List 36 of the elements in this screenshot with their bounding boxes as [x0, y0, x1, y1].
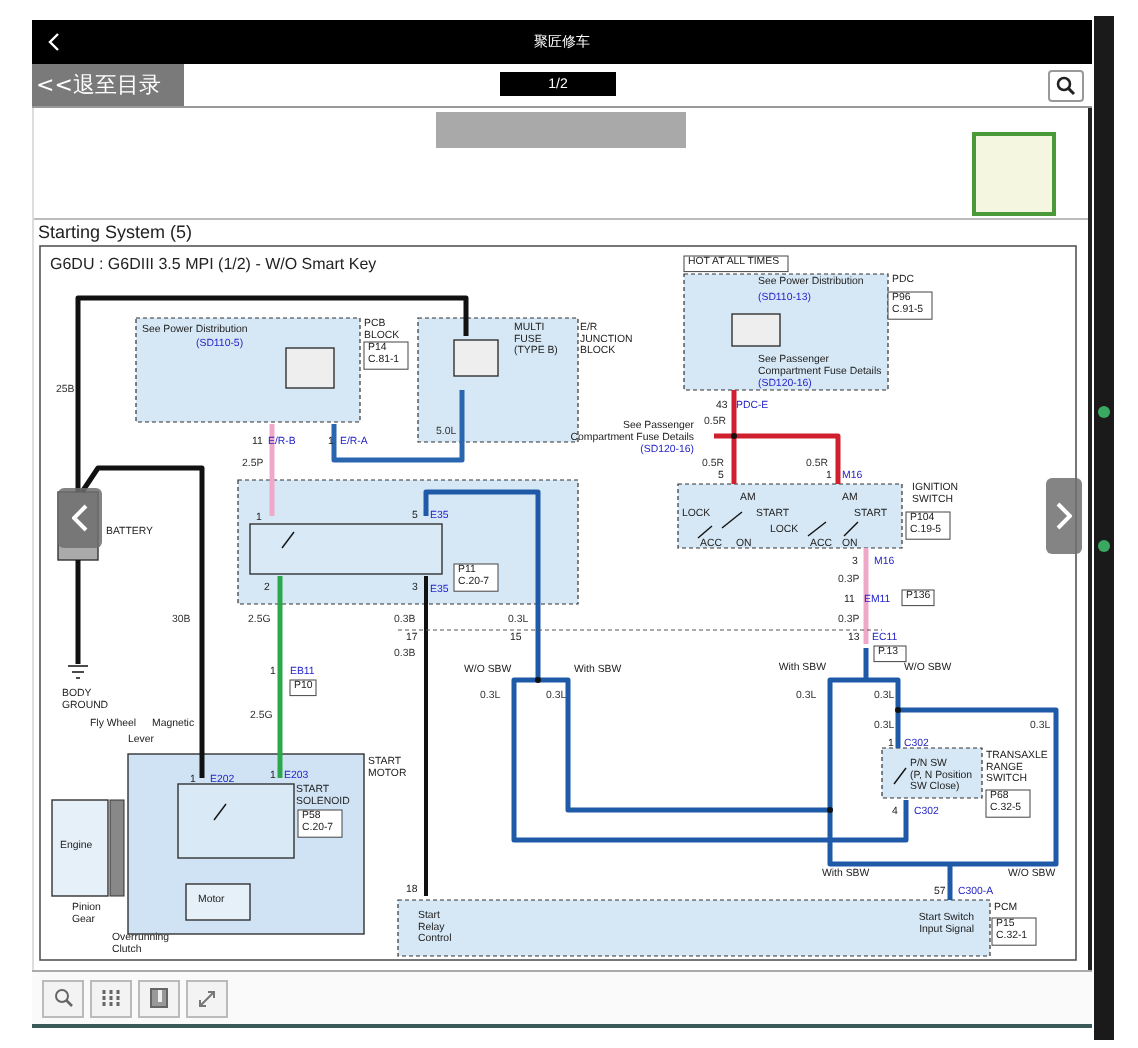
zoom-button[interactable]: [42, 979, 84, 1017]
fuse-body: [453, 339, 499, 377]
junction-dot: [731, 433, 737, 439]
junction-dot: [827, 807, 833, 813]
book-icon: [150, 988, 168, 1008]
junction-dot: [535, 677, 541, 683]
back-to-contents-button[interactable]: <<退至目录: [32, 64, 184, 106]
expand-icon: [198, 989, 216, 1007]
chevron-left-icon: [72, 504, 88, 532]
search-button[interactable]: [1048, 69, 1084, 101]
switch-contact: [213, 803, 227, 821]
switch-contact: [281, 531, 295, 549]
chevron-left-icon: [48, 32, 60, 52]
flywheel-drawing: [109, 799, 125, 897]
diagram-title: G6DU : G6DIII 3.5 MPI (1/2) - W/O Smart Key: [50, 255, 377, 274]
chevron-right-icon: [1056, 502, 1072, 530]
switch-contact: [893, 767, 907, 785]
bookmark-button[interactable]: [138, 979, 180, 1017]
range-switch-outline: [881, 747, 983, 799]
page-thumbnail[interactable]: [972, 132, 1056, 216]
magnifier-icon: [53, 988, 73, 1008]
switch-contact: [697, 525, 713, 539]
previous-page-button[interactable]: [58, 488, 102, 548]
solenoid-body: [177, 783, 295, 859]
fullscreen-button[interactable]: [186, 979, 228, 1017]
grid-icon: [102, 989, 120, 1007]
switch-contact: [721, 511, 743, 529]
next-page-button[interactable]: [1046, 478, 1082, 554]
fuse-body: [731, 313, 781, 347]
fuse-body: [285, 347, 335, 389]
grid-button[interactable]: [90, 979, 132, 1017]
ground-icon: [67, 665, 89, 679]
motor-body: [185, 883, 251, 921]
search-icon: [1056, 75, 1076, 95]
junction-dot: [895, 707, 901, 713]
engine-body: [51, 799, 109, 897]
